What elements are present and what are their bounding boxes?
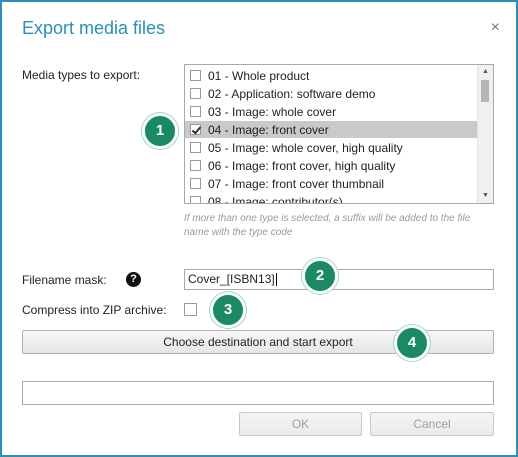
item-label: 03 - Image: whole cover (208, 104, 337, 119)
help-icon[interactable]: ? (126, 272, 141, 287)
filename-mask-label: Filename mask: (22, 273, 107, 287)
text-caret (275, 273, 277, 287)
step-badge-3: 3 (210, 292, 246, 328)
item-label: 02 - Application: software demo (208, 86, 376, 101)
media-types-list[interactable]: 01 - Whole product 02 - Application: sof… (184, 64, 494, 204)
list-item[interactable]: 05 - Image: whole cover, high quality (185, 139, 477, 156)
scroll-down-arrow-icon[interactable]: ▼ (478, 190, 493, 202)
step-badge-1: 1 (142, 113, 178, 149)
item-checkbox[interactable] (190, 178, 201, 189)
item-checkbox[interactable] (190, 88, 201, 99)
ok-button[interactable]: OK (239, 412, 362, 436)
item-label: 04 - Image: front cover (208, 122, 329, 137)
item-checkbox-checked[interactable] (190, 124, 201, 135)
compress-zip-label: Compress into ZIP archive: (22, 303, 167, 317)
media-types-label: Media types to export: (22, 68, 141, 82)
item-checkbox[interactable] (190, 142, 201, 153)
list-item[interactable]: 07 - Image: front cover thumbnail (185, 175, 477, 192)
compress-zip-checkbox[interactable] (184, 303, 197, 316)
item-label: 05 - Image: whole cover, high quality (208, 140, 403, 155)
scroll-up-arrow-icon[interactable]: ▲ (478, 66, 493, 78)
list-scrollbar[interactable]: ▲ ▼ (477, 65, 493, 203)
scroll-thumb[interactable] (481, 80, 489, 102)
item-label: 08 - Image: contributor(s) (208, 194, 343, 204)
item-label: 01 - Whole product (208, 68, 310, 83)
list-item[interactable]: 04 - Image: front cover (185, 121, 477, 138)
close-icon[interactable]: × (491, 19, 500, 37)
item-checkbox[interactable] (190, 160, 201, 171)
media-types-hint: If more than one type is selected, a suf… (184, 213, 471, 238)
item-checkbox[interactable] (190, 70, 201, 81)
list-item[interactable]: 08 - Image: contributor(s) (185, 193, 477, 204)
list-item[interactable]: 02 - Application: software demo (185, 85, 477, 102)
export-progress-bar (22, 381, 494, 405)
step-badge-4: 4 (394, 325, 430, 361)
item-checkbox[interactable] (190, 196, 201, 203)
list-item[interactable]: 06 - Image: front cover, high quality (185, 157, 477, 174)
item-checkbox[interactable] (190, 106, 201, 117)
list-item[interactable]: 01 - Whole product (185, 67, 477, 84)
filename-mask-input[interactable]: Cover_[ISBN13] (184, 269, 494, 290)
list-item[interactable]: 03 - Image: whole cover (185, 103, 477, 120)
cancel-button[interactable]: Cancel (370, 412, 494, 436)
filename-mask-value: Cover_[ISBN13] (188, 272, 275, 286)
item-label: 07 - Image: front cover thumbnail (208, 176, 385, 191)
dialog-title: Export media files (22, 18, 166, 38)
item-label: 06 - Image: front cover, high quality (208, 158, 396, 173)
step-badge-2: 2 (302, 258, 338, 294)
